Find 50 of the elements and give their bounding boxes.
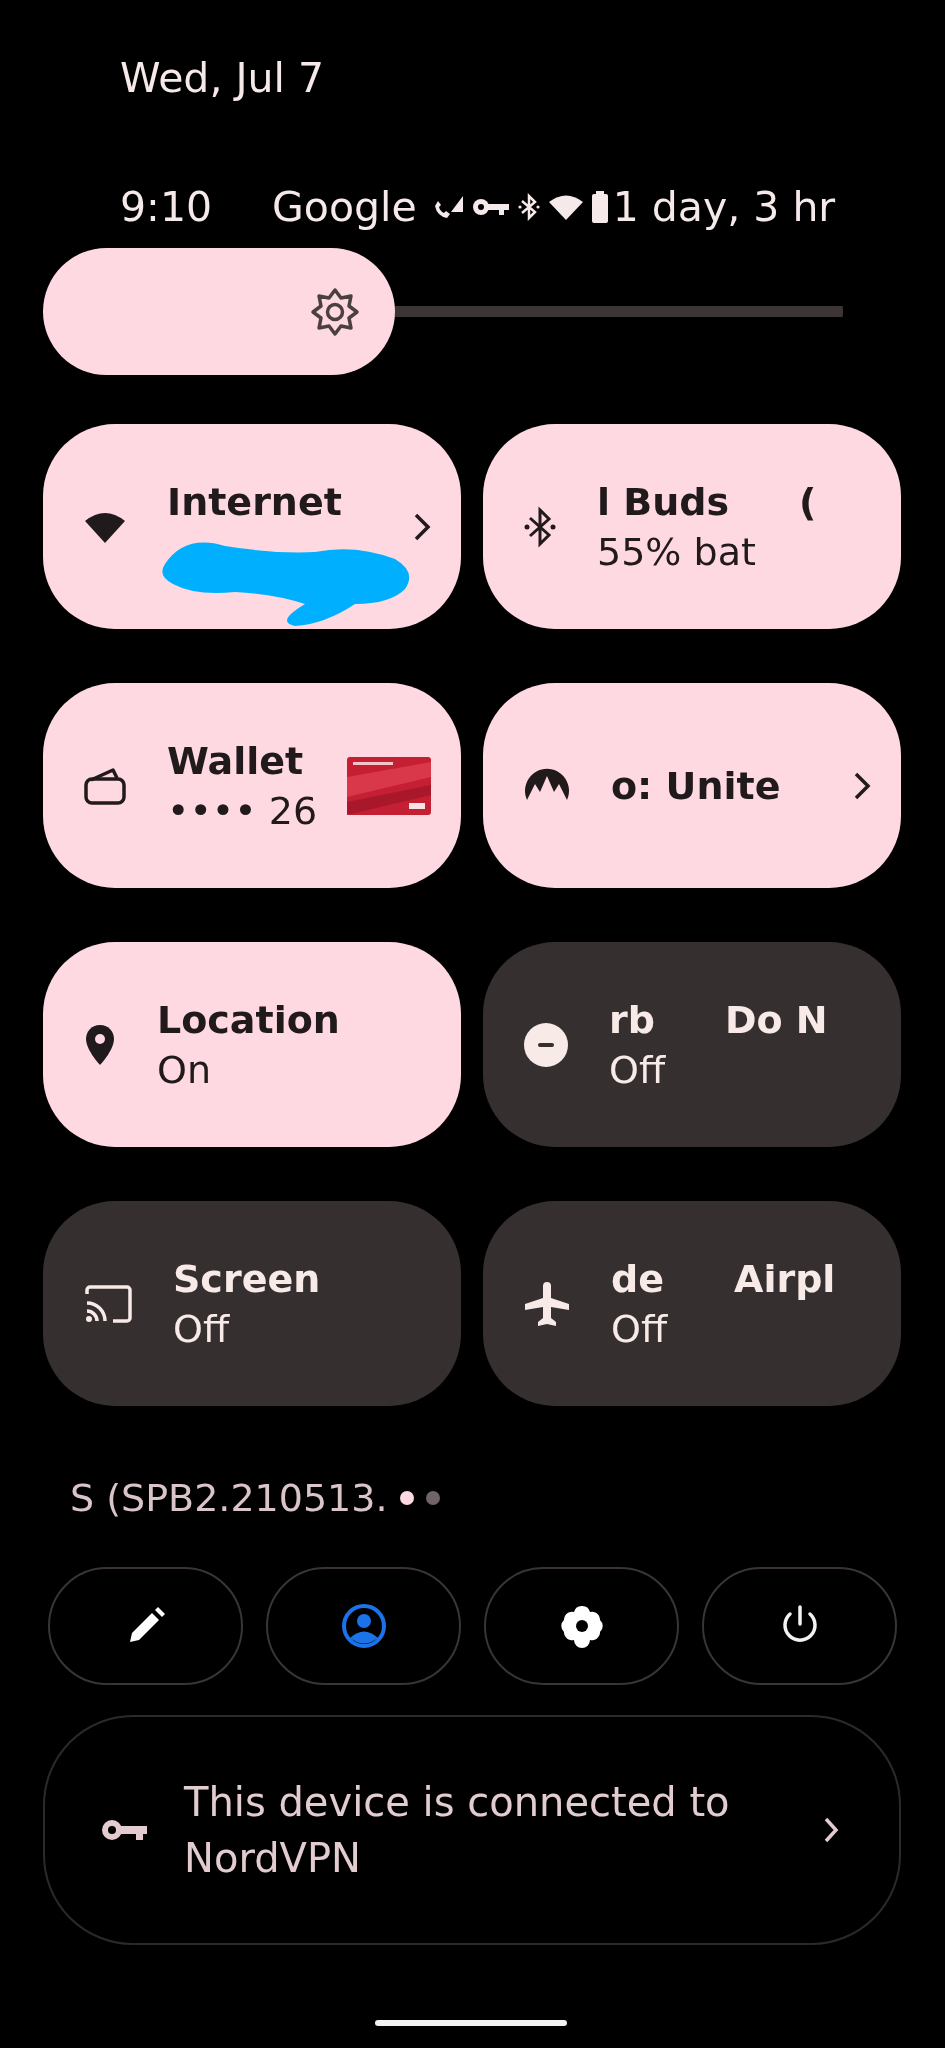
quick-settings-tile[interactable]: Screen Off (43, 1201, 461, 1406)
user-circle-icon (340, 1603, 387, 1649)
quick-settings-tile[interactable]: Location On (43, 942, 461, 1147)
bluetooth-icon (523, 504, 557, 549)
build-number: S (SPB2.210513. (70, 1475, 388, 1522)
tile-subtitle: 55% bat (597, 528, 757, 576)
tile-title: Wallet (167, 737, 304, 785)
tile-subtitle: On (157, 1046, 212, 1094)
minus-circle-icon (523, 1021, 569, 1068)
wifi-icon (546, 193, 585, 221)
tile-subtitle: •••• 26 (167, 787, 319, 835)
bluetooth-icon (516, 192, 541, 222)
quick-settings-tile[interactable]: rb Do N Off (483, 942, 901, 1147)
chevron-right-icon[interactable] (853, 770, 871, 801)
tile-title: de (611, 1255, 664, 1303)
page-dot[interactable] (399, 1491, 414, 1505)
vpn-notice-card[interactable]: This device is connected to NordVPN (43, 1715, 901, 1945)
quick-settings-tile[interactable]: Wallet •••• 26 (43, 683, 461, 888)
cast-icon (83, 1283, 133, 1324)
quick-settings-tile[interactable]: de Airpl Off (483, 1201, 901, 1406)
tile-subtitle: Off (609, 1046, 667, 1094)
tile-title: ( (799, 478, 817, 526)
quick-settings-tile[interactable]: o: Unite (483, 683, 901, 888)
clock-time: 9:10 (120, 182, 213, 232)
key-icon (100, 1817, 148, 1843)
date-text: Wed, Jul 7 (120, 53, 325, 103)
tile-title: o: Unite (611, 762, 781, 810)
airplane-icon (523, 1279, 571, 1328)
tile-subtitle: Off (173, 1305, 231, 1353)
page-dot[interactable] (425, 1491, 440, 1505)
vpn-notice-text: This device is connected to NordVPN (184, 1778, 731, 1883)
tile-title: Location (157, 996, 340, 1044)
quick-settings-tile[interactable]: l Buds ( 55% bat (483, 424, 901, 629)
tile-title: Airpl (734, 1255, 836, 1303)
tile-title: Screen (173, 1255, 321, 1303)
battery-text: 1 day, 3 hr (612, 182, 836, 232)
tile-title: Do N (724, 996, 828, 1044)
tile-title: l Buds (597, 478, 730, 526)
tile-title: Internet (167, 478, 342, 526)
chevron-right-icon[interactable] (413, 511, 431, 542)
quick-settings-tile[interactable]: Internet (43, 424, 461, 629)
tile-title: rb (609, 996, 655, 1044)
key-icon (470, 196, 511, 218)
carrier-name: Google (272, 182, 417, 232)
battery-icon (590, 191, 609, 223)
location-pin-icon (83, 1022, 117, 1067)
wallet-icon (83, 765, 127, 806)
tile-subtitle: Off (611, 1305, 669, 1353)
brightness-icon (309, 285, 361, 338)
settings-icon (559, 1604, 604, 1648)
